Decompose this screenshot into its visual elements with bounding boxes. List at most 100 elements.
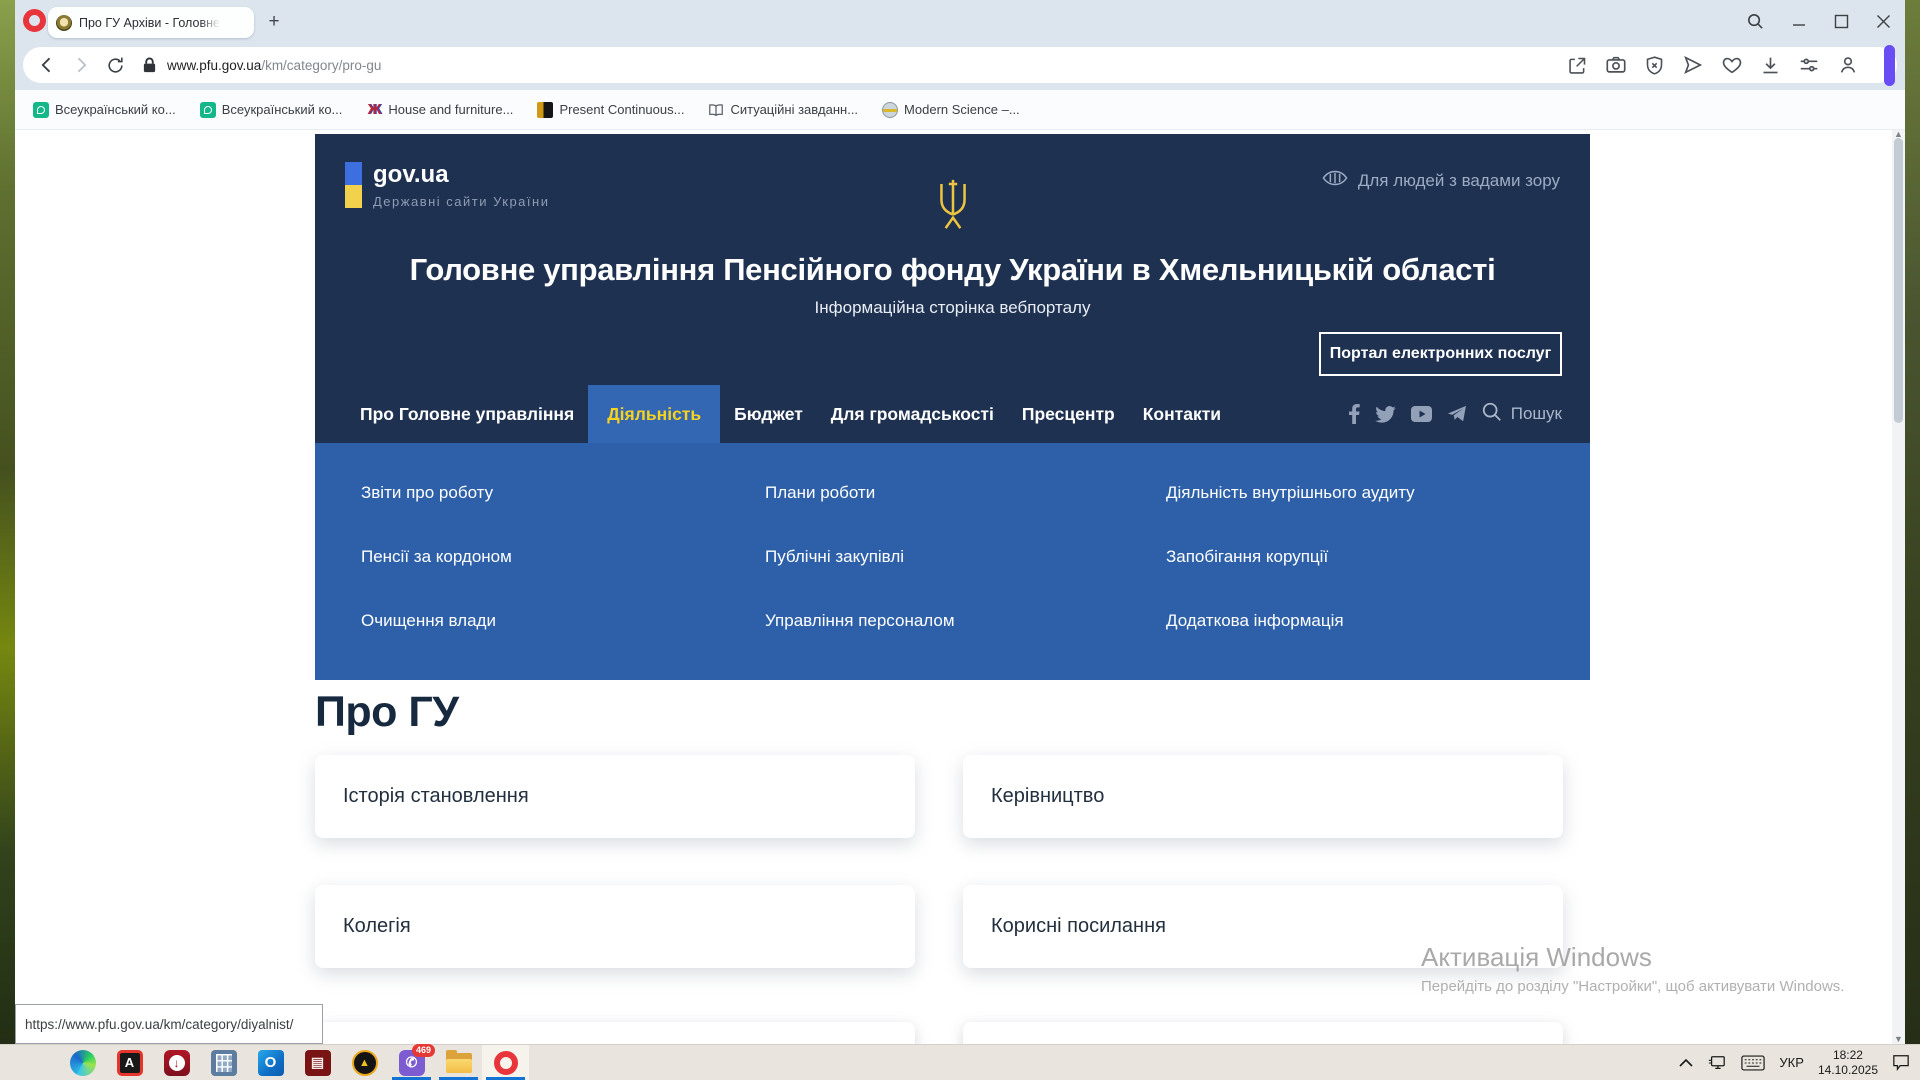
tray-chevron-icon[interactable] xyxy=(1679,1058,1693,1067)
open-book-icon xyxy=(708,102,724,118)
new-tab-button[interactable]: + xyxy=(262,10,286,34)
telegram-icon[interactable] xyxy=(1447,405,1467,423)
facebook-icon[interactable] xyxy=(1349,404,1360,424)
adblock-shield-icon[interactable] xyxy=(1644,55,1665,76)
dropdown-link[interactable]: Очищення влади xyxy=(361,611,496,631)
file-explorer-icon xyxy=(446,1053,472,1073)
opera-menu-icon[interactable] xyxy=(23,9,46,32)
keyboard-icon[interactable] xyxy=(1741,1055,1765,1071)
bookmark-item[interactable]: Всеукраїнський ко... xyxy=(33,102,176,118)
dropdown-link[interactable]: Звіти про роботу xyxy=(361,483,493,503)
scroll-down-icon[interactable]: ▼ xyxy=(1892,1034,1905,1044)
taskbar-downloader[interactable]: ↓ xyxy=(153,1045,200,1080)
flow-send-icon[interactable] xyxy=(1682,54,1704,76)
nav-item-public[interactable]: Для громадськості xyxy=(817,385,1008,443)
youtube-icon[interactable] xyxy=(1411,406,1432,422)
twitter-icon[interactable] xyxy=(1375,406,1396,423)
bookmark-item[interactable]: Present Continuous... xyxy=(537,102,684,118)
bookmark-item[interactable]: Modern Science –... xyxy=(882,102,1020,118)
nav-item-contacts[interactable]: Контакти xyxy=(1129,385,1235,443)
reload-icon[interactable] xyxy=(103,53,127,77)
card-leadership[interactable]: Керівництво xyxy=(963,755,1563,838)
black-yellow-icon xyxy=(537,102,553,118)
clock-time: 18:22 xyxy=(1818,1048,1878,1063)
pfu-favicon-icon xyxy=(56,15,72,31)
notification-center-icon[interactable] xyxy=(1892,1054,1910,1071)
close-button[interactable] xyxy=(1876,14,1891,29)
windows-logo-icon xyxy=(24,1051,48,1075)
downloads-icon[interactable] xyxy=(1760,55,1781,76)
maximize-button[interactable] xyxy=(1834,14,1849,29)
book-app-icon: ▤ xyxy=(305,1050,331,1076)
search-icon xyxy=(1481,401,1503,428)
aimp-icon: ▲ xyxy=(352,1050,378,1076)
system-tray: УКР 18:22 14.10.2025 xyxy=(1679,1048,1920,1078)
taskbar-edge[interactable] xyxy=(59,1045,106,1080)
page-title: Про ГУ xyxy=(315,688,459,737)
viber-icon: ✆469 xyxy=(399,1050,425,1076)
taskbar-calculator[interactable] xyxy=(200,1045,247,1080)
eservices-portal-button[interactable]: Портал електронних послуг xyxy=(1319,332,1562,376)
dropdown-link[interactable]: Публічні закупівлі xyxy=(765,547,904,567)
back-icon[interactable] xyxy=(35,53,59,77)
bookmark-item[interactable]: Всеукраїнський ко... xyxy=(200,102,343,118)
site-search[interactable]: Пошук xyxy=(1481,385,1590,443)
search-tabs-icon[interactable] xyxy=(1746,12,1765,31)
browser-tab[interactable]: Про ГУ Архіви - Головне xyxy=(48,7,254,38)
nav-item-activity[interactable]: Діяльність xyxy=(588,385,720,443)
nav-item-press[interactable]: Пресцентр xyxy=(1008,385,1129,443)
green-portal-icon xyxy=(33,102,49,118)
card-partial[interactable] xyxy=(963,1022,1563,1044)
ukraine-flag-icon xyxy=(345,162,362,208)
bookmark-item[interactable]: Ж House and furniture... xyxy=(366,102,513,118)
govua-logo-subtitle: Державні сайти України xyxy=(373,194,549,209)
bookmark-heart-icon[interactable] xyxy=(1721,54,1743,76)
sidebar-panel-indicator[interactable] xyxy=(1884,45,1895,86)
taskbar-reader[interactable]: ▤ xyxy=(294,1045,341,1080)
url-path: /km/category/pro-gu xyxy=(261,58,381,73)
taskbar-opera[interactable] xyxy=(482,1045,529,1080)
dropdown-link[interactable]: Пенсії за кордоном xyxy=(361,547,512,567)
taskbar-acrobat[interactable]: A xyxy=(106,1045,153,1080)
taskbar-outlook[interactable]: O xyxy=(247,1045,294,1080)
govua-logo-text: gov.ua xyxy=(373,162,549,188)
colored-asterisk-icon: Ж xyxy=(366,102,382,118)
profile-icon[interactable] xyxy=(1837,54,1859,76)
dropdown-link[interactable]: Управління персоналом xyxy=(765,611,955,631)
minimize-button[interactable] xyxy=(1792,14,1807,29)
url-text[interactable]: www.pfu.gov.ua/km/category/pro-gu xyxy=(167,58,381,73)
snapshot-camera-icon[interactable] xyxy=(1605,54,1627,76)
start-button[interactable] xyxy=(12,1045,59,1080)
tab-title: Про ГУ Архіви - Головне xyxy=(79,16,220,30)
card-partial[interactable] xyxy=(315,1022,915,1044)
accessibility-link[interactable]: Для людей з вадами зору xyxy=(1322,170,1560,191)
language-indicator[interactable]: УКР xyxy=(1779,1055,1804,1070)
dropdown-link[interactable]: Плани роботи xyxy=(765,483,875,503)
search-label: Пошук xyxy=(1511,404,1562,424)
site-title: Головне управління Пенсійного фонду Укра… xyxy=(315,252,1590,288)
page-scrollbar[interactable]: ▲ ▼ xyxy=(1892,130,1905,1044)
card-history[interactable]: Історія становлення xyxy=(315,755,915,838)
clock[interactable]: 18:22 14.10.2025 xyxy=(1818,1048,1878,1078)
green-portal-icon xyxy=(200,102,216,118)
lock-icon[interactable] xyxy=(137,53,161,77)
globe-emblem-icon xyxy=(882,102,898,118)
address-bar[interactable]: www.pfu.gov.ua/km/category/pro-gu xyxy=(23,47,1897,83)
calculator-icon xyxy=(211,1050,237,1076)
taskbar-viber[interactable]: ✆469 xyxy=(388,1045,435,1080)
scrollbar-thumb[interactable] xyxy=(1894,138,1903,423)
bookmark-item[interactable]: Ситуаційні завданн... xyxy=(708,102,858,118)
dropdown-link[interactable]: Запобігання корупції xyxy=(1166,547,1328,567)
nav-item-budget[interactable]: Бюджет xyxy=(720,385,817,443)
network-icon[interactable] xyxy=(1707,1054,1727,1072)
card-collegium[interactable]: Колегія xyxy=(315,885,915,968)
dropdown-link[interactable]: Додаткова інформація xyxy=(1166,611,1344,631)
taskbar-aimp[interactable]: ▲ xyxy=(341,1045,388,1080)
dropdown-link[interactable]: Діяльність внутрішнього аудиту xyxy=(1166,483,1415,503)
easy-setup-sliders-icon[interactable] xyxy=(1798,54,1820,76)
share-page-icon[interactable] xyxy=(1567,55,1588,76)
govua-logo[interactable]: gov.ua Державні сайти України xyxy=(345,162,549,209)
taskbar-explorer[interactable] xyxy=(435,1045,482,1080)
forward-icon[interactable] xyxy=(69,53,93,77)
nav-item-about[interactable]: Про Головне управління xyxy=(346,385,588,443)
